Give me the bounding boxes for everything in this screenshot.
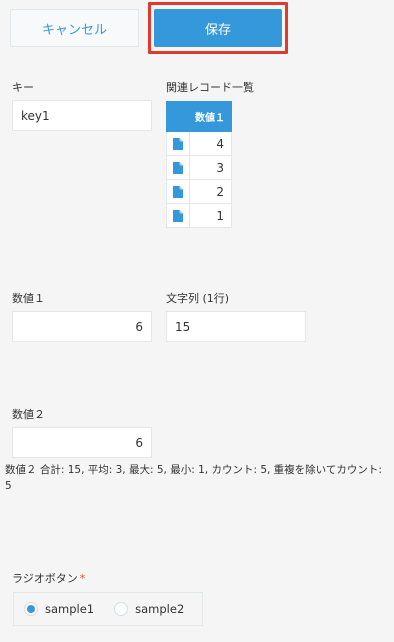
related-records-table: 数値１ 4 3 2 1: [166, 101, 232, 228]
radio-option-sample2[interactable]: sample2: [114, 602, 184, 616]
num1-field[interactable]: 6: [12, 311, 152, 342]
key-field-label: キー: [12, 81, 34, 94]
radio-label-text: ラジオボタン: [12, 572, 78, 585]
table-cell-value: 1: [189, 203, 232, 228]
cancel-button[interactable]: キャンセル: [10, 9, 139, 47]
required-mark: *: [79, 572, 86, 585]
table-row: 4: [166, 131, 232, 156]
radio-group: sample1 sample2: [13, 592, 203, 626]
radio-checked-icon[interactable]: [24, 602, 38, 616]
table-cell-value: 2: [189, 179, 232, 204]
radio-option-label: sample2: [135, 602, 185, 616]
document-icon[interactable]: [166, 155, 190, 180]
table-header-icon-column: [166, 101, 190, 132]
radio-option-sample1[interactable]: sample1: [24, 602, 94, 616]
key-field[interactable]: key1: [12, 100, 152, 131]
text1-label: 文字列 (1行): [166, 292, 230, 305]
text1-field[interactable]: 15: [166, 311, 306, 342]
document-icon[interactable]: [166, 203, 190, 228]
table-row: 3: [166, 155, 232, 180]
form-header: キャンセル 保存: [0, 0, 394, 58]
table-row: 2: [166, 179, 232, 204]
table-cell-value: 4: [189, 131, 232, 156]
related-records-label: 関連レコード一覧: [166, 81, 254, 94]
num2-label: 数値２: [12, 408, 45, 421]
num1-label: 数値１: [12, 292, 45, 305]
radio-label: ラジオボタン *: [12, 570, 85, 586]
document-icon[interactable]: [166, 179, 190, 204]
save-button[interactable]: 保存: [154, 9, 282, 47]
table-header-num1: 数値１: [189, 101, 232, 132]
radio-option-label: sample1: [45, 602, 95, 616]
radio-unchecked-icon[interactable]: [114, 602, 129, 616]
table-row: 1: [166, 203, 232, 228]
document-icon[interactable]: [166, 131, 190, 156]
table-cell-value: 3: [189, 155, 232, 180]
num2-statistics: 数値２ 合計: 15, 平均: 3, 最大: 5, 最小: 1, カウント: 5…: [5, 464, 382, 492]
num2-field[interactable]: 6: [12, 427, 152, 458]
